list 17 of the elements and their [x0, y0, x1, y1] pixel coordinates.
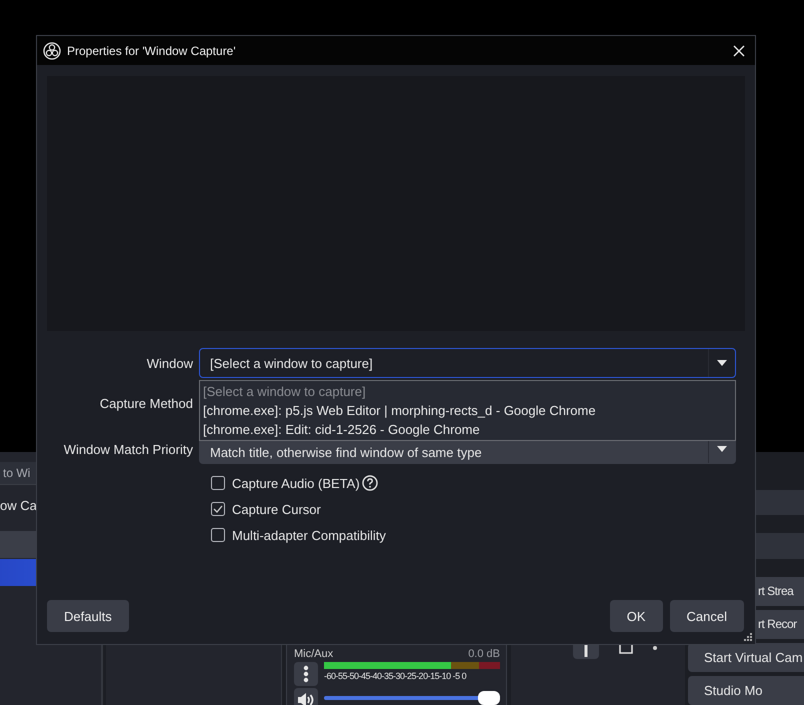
meter-scale: -60-55-50-45-40-35-30-25-20-15-10 -5 0: [324, 671, 468, 681]
field-label: Window: [146, 356, 193, 370]
dropdown-field[interactable]: [Select a window to capture]: [199, 348, 736, 378]
checkbox-label: Capture Audio (BETA): [232, 476, 360, 490]
field-label: Window Match Priority: [62, 442, 193, 456]
dialog-button[interactable]: OK: [610, 600, 663, 632]
channel-name: Mic/Aux: [294, 648, 334, 660]
field-label: Capture Method: [98, 396, 193, 410]
control-button[interactable]: Start Virtual Cam: [688, 642, 804, 672]
dropdown-option[interactable]: [chrome.exe]: p5.js Web Editor | morphing-rects_d - Google Chrome: [200, 401, 735, 420]
checkbox-label: Capture Cursor: [232, 502, 321, 516]
dialog-button[interactable]: Cancel: [670, 600, 744, 632]
volume-reading: 0.0 dB: [468, 648, 500, 660]
checkbox-label: Multi-adapter Compatibility: [232, 528, 386, 542]
window-title: Properties for 'Window Capture': [67, 44, 236, 58]
defaults-button[interactable]: Defaults: [47, 600, 129, 632]
control-button[interactable]: Studio Mo: [688, 676, 804, 705]
